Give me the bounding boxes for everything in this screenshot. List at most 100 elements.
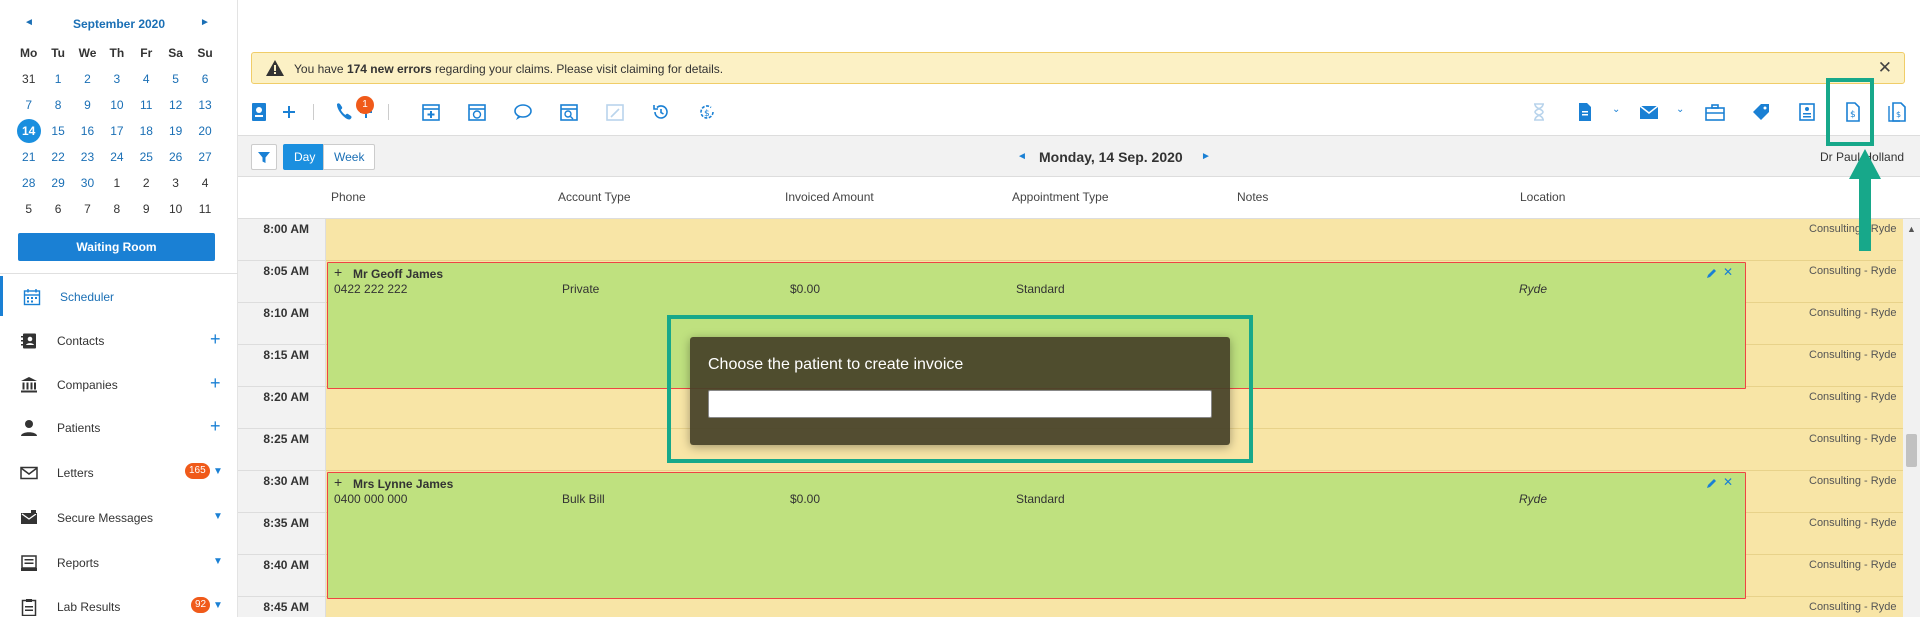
- calendar-day[interactable]: 6: [190, 72, 219, 86]
- calendar-day[interactable]: 1: [102, 176, 131, 190]
- calendar-day[interactable]: 22: [43, 150, 72, 164]
- add-contact-button[interactable]: +: [210, 329, 221, 350]
- calendar-day[interactable]: 21: [14, 150, 43, 164]
- calendar-next-button[interactable]: ►: [200, 17, 210, 28]
- waiting-hourglass-button[interactable]: [1528, 101, 1550, 123]
- previous-day-button[interactable]: ◄: [1017, 151, 1027, 162]
- calendar-day[interactable]: 7: [14, 98, 43, 112]
- column-invoiced-amount[interactable]: Invoiced Amount: [785, 190, 874, 204]
- waiting-room-button[interactable]: Waiting Room: [18, 233, 215, 261]
- calendar-day[interactable]: 28: [14, 176, 43, 190]
- chevron-down-icon[interactable]: ⌄: [1676, 104, 1684, 115]
- sidebar-item-scheduler[interactable]: Scheduler: [0, 276, 238, 316]
- calendar-day[interactable]: 7: [73, 202, 102, 216]
- calendar-day[interactable]: 12: [161, 98, 190, 112]
- phone-button[interactable]: [332, 101, 354, 123]
- calendar-history-button[interactable]: [466, 101, 488, 123]
- sidebar-item-patients[interactable]: Patients +: [0, 407, 238, 447]
- scroll-up-arrow[interactable]: ▲: [1907, 224, 1916, 234]
- calendar-day[interactable]: 2: [132, 176, 161, 190]
- chevron-down-icon[interactable]: ⌄: [1612, 104, 1620, 115]
- calendar-day[interactable]: 1: [43, 72, 72, 86]
- document-button[interactable]: [1574, 101, 1596, 123]
- calendar-day[interactable]: 20: [190, 124, 219, 138]
- calendar-day[interactable]: 13: [190, 98, 219, 112]
- calendar-day[interactable]: 18: [132, 124, 161, 138]
- calendar-day[interactable]: 10: [161, 202, 190, 216]
- calendar-day[interactable]: 9: [132, 202, 161, 216]
- alert-close-button[interactable]: ✕: [1878, 58, 1892, 78]
- day-view-button[interactable]: Day: [283, 144, 327, 170]
- edit-calendar-button[interactable]: [604, 101, 626, 123]
- calendar-day[interactable]: 4: [190, 176, 219, 190]
- billing-refresh-button[interactable]: $: [696, 101, 718, 123]
- calendar-day[interactable]: 3: [161, 176, 190, 190]
- calendar-day[interactable]: 9: [73, 98, 102, 112]
- sidebar-item-reports[interactable]: Reports ▼: [0, 542, 238, 582]
- calendar-day[interactable]: 8: [102, 202, 131, 216]
- add-patient-button[interactable]: +: [210, 416, 221, 437]
- time-slot-row[interactable]: [326, 219, 1903, 261]
- appointment-lynne-james[interactable]: + Mrs Lynne James 0400 000 000 Bulk Bill…: [327, 472, 1746, 599]
- calendar-day[interactable]: 4: [132, 72, 161, 86]
- add-appointment-button[interactable]: [278, 101, 300, 123]
- calendar-day[interactable]: 30: [73, 176, 102, 190]
- column-location[interactable]: Location: [1520, 190, 1565, 204]
- pencil-icon[interactable]: [1706, 477, 1718, 489]
- filter-button[interactable]: [251, 144, 277, 170]
- patient-report-button[interactable]: [1796, 101, 1818, 123]
- calendar-day[interactable]: 11: [132, 98, 161, 112]
- tag-button[interactable]: [1750, 101, 1772, 123]
- calendar-day[interactable]: 10: [102, 98, 131, 112]
- vertical-scrollbar[interactable]: ▲: [1903, 219, 1920, 617]
- sidebar-item-secure-messages[interactable]: Secure Messages ▼: [0, 497, 238, 537]
- pencil-icon[interactable]: [1706, 267, 1718, 279]
- sidebar-item-lab-results[interactable]: Lab Results 92 ▼: [0, 586, 238, 617]
- calendar-day[interactable]: 8: [43, 98, 72, 112]
- chevron-down-icon[interactable]: ▼: [213, 511, 223, 522]
- calendar-day[interactable]: 16: [73, 124, 102, 138]
- calendar-day[interactable]: 11: [190, 202, 219, 216]
- briefcase-button[interactable]: [1704, 101, 1726, 123]
- time-slot-row[interactable]: [326, 597, 1903, 617]
- invoice-list-button[interactable]: $: [1886, 101, 1908, 123]
- calendar-day[interactable]: 24: [102, 150, 131, 164]
- calendar-day[interactable]: 15: [43, 124, 72, 138]
- scrollbar-thumb[interactable]: [1906, 434, 1917, 467]
- calendar-day[interactable]: 19: [161, 124, 190, 138]
- next-day-button[interactable]: ►: [1201, 151, 1211, 162]
- calendar-day[interactable]: 3: [102, 72, 131, 86]
- calendar-day[interactable]: 26: [161, 150, 190, 164]
- sidebar-item-letters[interactable]: Letters 165 ▼: [0, 452, 238, 492]
- calendar-day[interactable]: 17: [102, 124, 131, 138]
- column-account-type[interactable]: Account Type: [558, 190, 631, 204]
- sidebar-item-contacts[interactable]: Contacts +: [0, 320, 238, 360]
- patient-card-button[interactable]: [248, 101, 270, 123]
- expand-appointment-button[interactable]: +: [334, 264, 342, 280]
- column-notes[interactable]: Notes: [1237, 190, 1268, 204]
- column-appointment-type[interactable]: Appointment Type: [1012, 190, 1109, 204]
- calendar-day[interactable]: 5: [161, 72, 190, 86]
- calendar-day[interactable]: 27: [190, 150, 219, 164]
- add-company-button[interactable]: +: [210, 373, 221, 394]
- calendar-day[interactable]: 23: [73, 150, 102, 164]
- chevron-down-icon[interactable]: ▼: [213, 466, 223, 477]
- calendar-search-button[interactable]: [558, 101, 580, 123]
- calendar-day[interactable]: 6: [43, 202, 72, 216]
- email-button[interactable]: [1638, 101, 1660, 123]
- expand-appointment-button[interactable]: +: [334, 474, 342, 490]
- calendar-day[interactable]: 2: [73, 72, 102, 86]
- calendar-day[interactable]: 25: [132, 150, 161, 164]
- column-phone[interactable]: Phone: [331, 190, 366, 204]
- calendar-day[interactable]: 5: [14, 202, 43, 216]
- sidebar-item-companies[interactable]: Companies +: [0, 364, 238, 404]
- calendar-add-button[interactable]: [420, 101, 442, 123]
- calendar-day[interactable]: 14: [14, 119, 43, 143]
- selected-day[interactable]: 14: [16, 119, 41, 143]
- delete-appointment-button[interactable]: ✕: [1723, 265, 1733, 279]
- calendar-day[interactable]: 31: [14, 72, 43, 86]
- chat-button[interactable]: [512, 101, 534, 123]
- week-view-button[interactable]: Week: [323, 144, 376, 170]
- chevron-down-icon[interactable]: ▼: [213, 600, 223, 611]
- chevron-down-icon[interactable]: ▼: [213, 556, 223, 567]
